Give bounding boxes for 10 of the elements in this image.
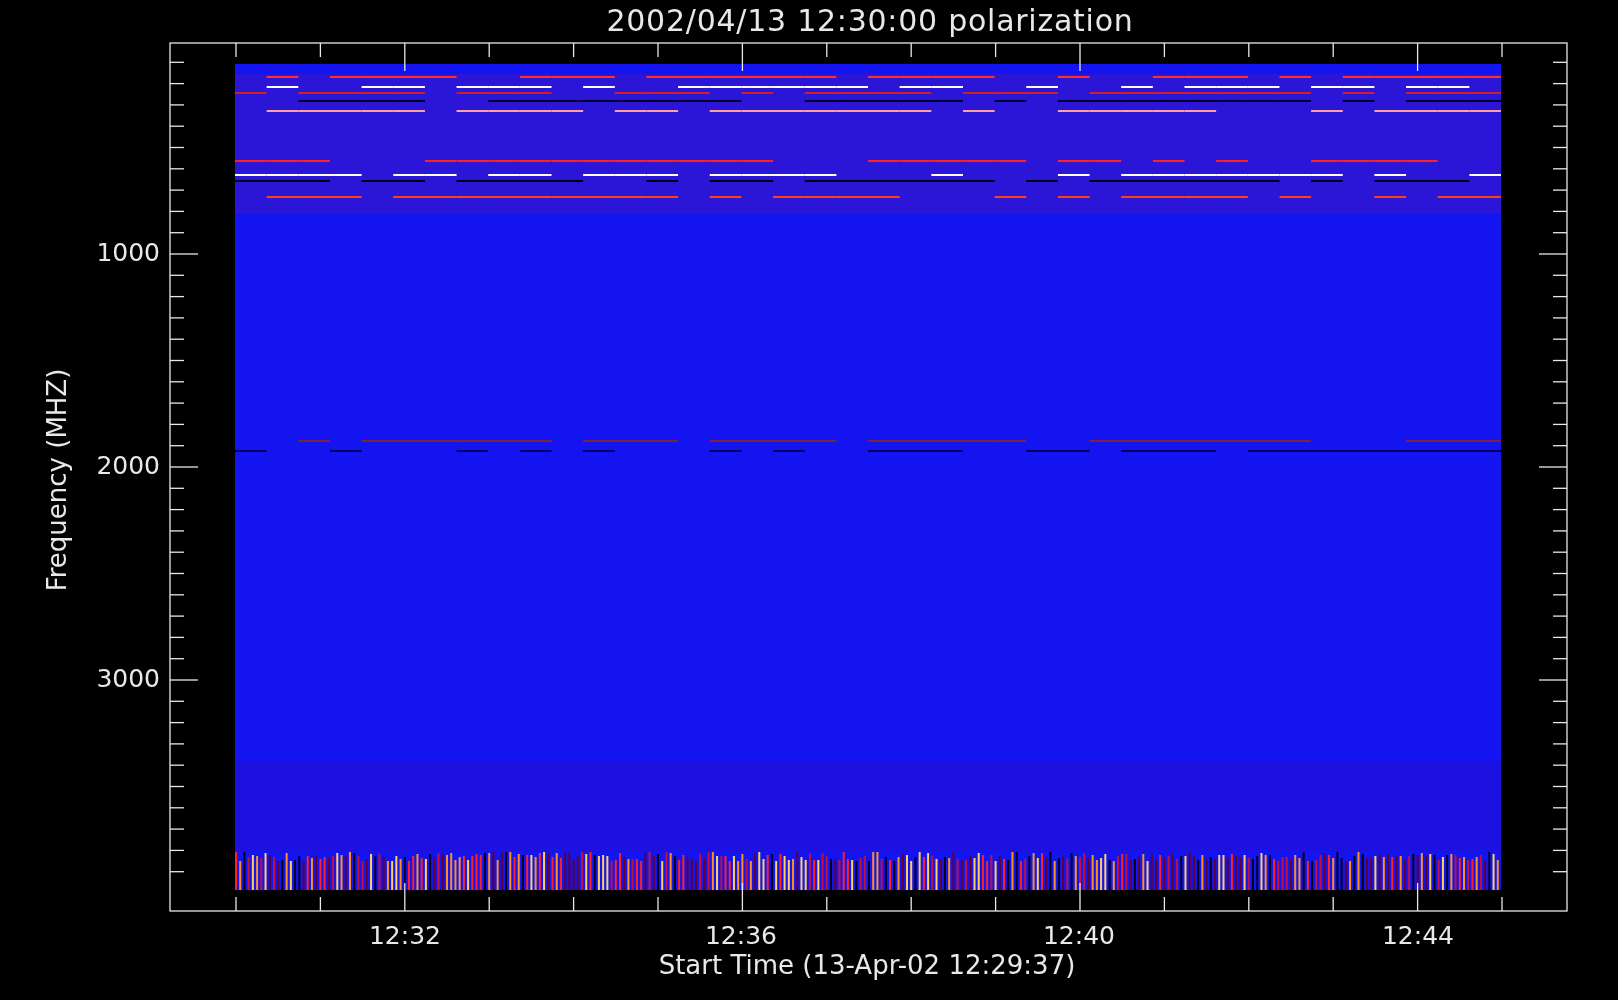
- x-tick-label: 12:36: [703, 921, 778, 951]
- y-tick-label: 1000: [95, 238, 160, 268]
- x-tick-label: 12:40: [1041, 921, 1116, 951]
- y-tick-label: 2000: [95, 451, 160, 481]
- x-tick-label: 12:44: [1380, 921, 1455, 951]
- x-tick-label: 12:32: [367, 921, 442, 951]
- y-axis-label: Frequency (MHZ): [42, 367, 72, 594]
- y-tick-label: 3000: [95, 664, 160, 694]
- plot-title: 2002/04/13 12:30:00 polarization: [605, 4, 1135, 38]
- x-axis-label: Start Time (13-Apr-02 12:29:37): [657, 950, 1077, 980]
